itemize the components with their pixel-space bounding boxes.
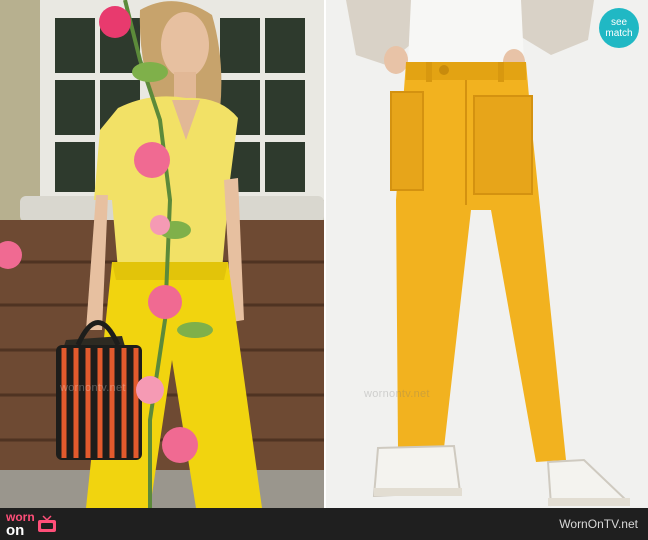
left-watermark: wornontv.net (60, 382, 126, 394)
logo-wordmark: worn on (6, 511, 35, 539)
see-match-line1: see (610, 17, 628, 28)
product-match-page: wornontv.net wornontv.net see match worn… (0, 0, 648, 540)
see-match-button[interactable]: see match (599, 8, 639, 48)
right-watermark: wornontv.net (364, 388, 430, 400)
site-footer: worn on WornOnTV.net (0, 508, 648, 540)
logo-word-on: on (6, 522, 25, 539)
product-illustration (326, 0, 648, 508)
episode-still-photo: wornontv.net (0, 0, 324, 508)
episode-still-illustration (0, 0, 324, 508)
tv-icon (37, 515, 56, 532)
site-logo[interactable]: worn on (6, 511, 57, 539)
site-url[interactable]: WornOnTV.net (559, 517, 638, 531)
product-photo: wornontv.net (326, 0, 648, 508)
see-match-line2: match (605, 28, 633, 39)
